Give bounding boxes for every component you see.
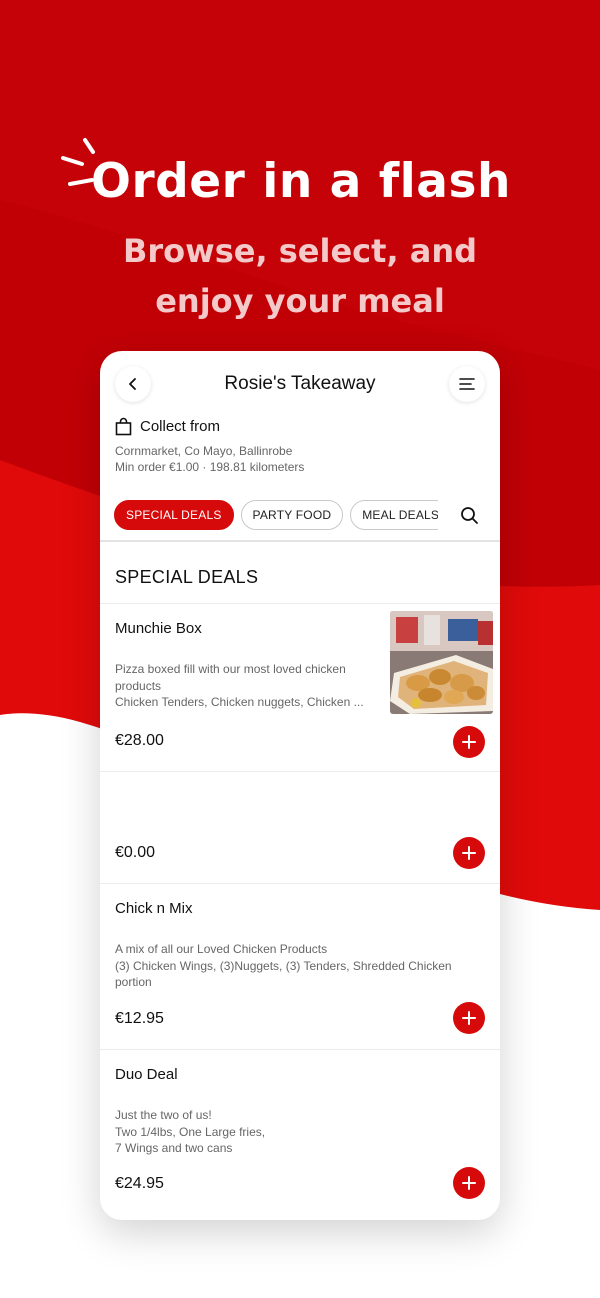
item-description-line: portion — [115, 975, 152, 989]
item-description-line: Just the two of us! — [115, 1108, 212, 1122]
add-to-cart-button[interactable] — [453, 726, 485, 758]
search-button[interactable] — [438, 500, 500, 530]
item-name: Duo Deal — [115, 1066, 178, 1083]
item-description-line: A mix of all our Loved Chicken Products — [115, 942, 328, 956]
item-description-line: (3) Chicken Wings, (3)Nuggets, (3) Tende… — [115, 958, 452, 973]
hero-subline-line-2: enjoy your meal — [155, 282, 445, 320]
menu-button[interactable] — [449, 366, 485, 402]
chevron-left-icon — [129, 378, 136, 390]
section-title: SPECIAL DEALS — [115, 567, 259, 587]
collect-from-row[interactable]: Collect from — [115, 417, 220, 436]
item-description: Just the two of us! Two 1/4lbs, One Larg… — [115, 1107, 415, 1157]
chip-party-food[interactable]: PARTY FOOD — [240, 500, 344, 530]
menu-item-unnamed[interactable]: €0.00 — [100, 771, 500, 883]
menu-item-duo-deal[interactable]: Duo Deal Just the two of us! Two 1/4lbs,… — [100, 1049, 500, 1220]
chip-special-deals[interactable]: SPECIAL DEALS — [114, 500, 234, 530]
plus-icon — [462, 1176, 476, 1190]
item-description-line: Two 1/4lbs, One Large fries, — [115, 1124, 266, 1139]
plus-icon — [462, 846, 476, 860]
plus-icon — [462, 1011, 476, 1025]
category-chips: SPECIAL DEALS PARTY FOOD MEAL DEALS — [114, 500, 500, 530]
item-name: Chick n Mix — [115, 900, 193, 917]
item-price: €28.00 — [115, 732, 164, 749]
item-price: €12.95 — [115, 1010, 164, 1027]
item-description-line: products — [115, 678, 162, 693]
top-bar: Rosie's Takeaway — [100, 351, 500, 417]
plus-icon — [462, 735, 476, 749]
restaurant-address: Cornmarket, Co Mayo, Ballinrobe — [115, 444, 293, 458]
app-screen: Rosie's Takeaway Collect from Cornmarket… — [100, 351, 500, 1220]
add-to-cart-button[interactable] — [453, 1002, 485, 1034]
item-price: €24.95 — [115, 1175, 164, 1192]
add-to-cart-button[interactable] — [453, 837, 485, 869]
hero-subline-line-1: Browse, select, and — [122, 232, 478, 270]
hero-subline: Browse, select, and enjoy your meal — [0, 226, 600, 326]
item-description-line: 7 Wings and two cans — [115, 1141, 233, 1155]
hero-headline: Order in a flash — [91, 154, 511, 209]
add-to-cart-button[interactable] — [453, 1167, 485, 1199]
menu-item-chick-n-mix[interactable]: Chick n Mix A mix of all our Loved Chick… — [100, 883, 500, 1049]
munchie-box-photo — [390, 611, 493, 714]
menu-item-munchie-box[interactable]: Munchie Box Pizza boxed fill with our mo… — [100, 603, 500, 771]
hero: Order in a flash Browse, select, and enj… — [0, 0, 600, 340]
item-description: Pizza boxed fill with our most loved chi… — [115, 661, 380, 711]
collect-from-label: Collect from — [140, 418, 221, 435]
chip-meal-deals[interactable]: MEAL DEALS — [350, 500, 452, 530]
item-description-line: Pizza boxed fill with our most loved chi… — [115, 662, 346, 676]
menu-icon — [459, 378, 475, 390]
item-name: Munchie Box — [115, 620, 202, 637]
item-description-line: Chicken Tenders, Chicken nuggets, Chicke… — [115, 695, 364, 709]
divider — [100, 540, 500, 542]
item-price: €0.00 — [115, 844, 156, 861]
search-icon — [460, 506, 478, 524]
back-button[interactable] — [115, 366, 151, 402]
item-description: A mix of all our Loved Chicken Products … — [115, 941, 485, 991]
shopping-bag-icon — [115, 417, 132, 436]
restaurant-title: Rosie's Takeaway — [224, 373, 376, 394]
min-order-distance: Min order €1.00 · 198.81 kilometers — [115, 460, 305, 474]
